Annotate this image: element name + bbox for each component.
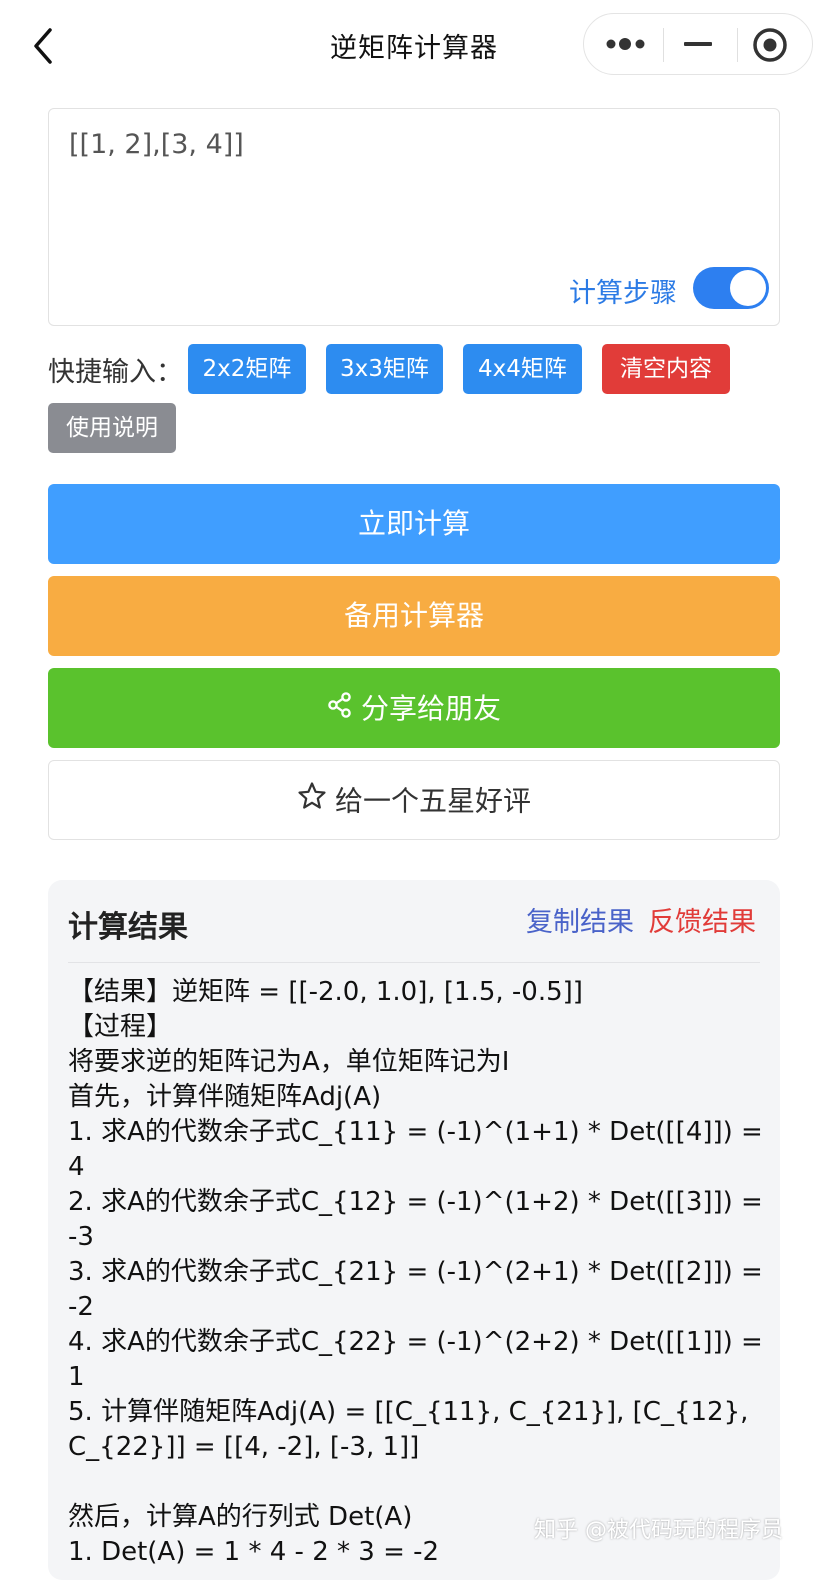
mini-program-capsule [583, 13, 813, 75]
help-button[interactable]: 使用说明 [48, 403, 176, 453]
result-line: 首先，计算伴随矩阵Adj(A) [68, 1082, 382, 1112]
capsule-divider [737, 28, 738, 62]
result-line: 4. 求A的代数余子式C_{22} = (-1)^(2+2) * Det([[1… [68, 1327, 772, 1392]
divider [68, 962, 760, 963]
quick-2x2-button[interactable]: 2x2矩阵 [188, 344, 306, 394]
share-button[interactable]: 分享给朋友 [48, 668, 780, 748]
result-line: 将要求逆的矩阵记为A，单位矩阵记为I [68, 1047, 510, 1077]
result-line: 2. 求A的代数余子式C_{12} = (-1)^(1+2) * Det([[3… [68, 1187, 772, 1252]
backup-calculator-button[interactable]: 备用计算器 [48, 576, 780, 656]
matrix-input-value: [[1, 2],[3, 4]] [69, 129, 244, 160]
toggle-knob [730, 270, 766, 306]
steps-toggle-label: 计算步骤 [569, 278, 677, 309]
watermark: 知乎 @被代码玩的程序员 [534, 1518, 783, 1543]
share-icon [327, 669, 353, 749]
quick-4x4-button[interactable]: 4x4矩阵 [463, 344, 582, 394]
rate-button[interactable]: 给一个五星好评 [48, 760, 780, 840]
result-line: 3. 求A的代数余子式C_{21} = (-1)^(2+1) * Det([[2… [68, 1257, 772, 1322]
feedback-result-link[interactable]: 反馈结果 [648, 900, 756, 939]
steps-toggle[interactable] [693, 267, 769, 309]
capsule-divider [663, 28, 664, 62]
minimize-icon[interactable] [680, 28, 720, 60]
result-line [68, 1465, 768, 1500]
star-icon [297, 763, 327, 840]
clear-button[interactable]: 清空内容 [602, 344, 730, 394]
copy-result-link[interactable]: 复制结果 [526, 900, 634, 939]
quick-input-label: 快捷输入： [48, 357, 183, 388]
share-button-label: 分享给朋友 [360, 692, 501, 725]
result-line: 【结果】逆矩阵 = [[-2.0, 1.0], [1.5, -0.5]] [68, 977, 583, 1007]
result-card: 计算结果 复制结果 反馈结果 【结果】逆矩阵 = [[-2.0, 1.0], [… [48, 880, 780, 1580]
result-body: 【结果】逆矩阵 = [[-2.0, 1.0], [1.5, -0.5]] 【过程… [68, 975, 768, 1570]
result-line: 5. 计算伴随矩阵Adj(A) = [[C_{11}, C_{21}], [C_… [68, 1397, 757, 1462]
result-title: 计算结果 [68, 910, 188, 945]
rate-button-label: 给一个五星好评 [334, 784, 531, 818]
calculate-button[interactable]: 立即计算 [48, 484, 780, 564]
more-dots-icon[interactable] [604, 28, 650, 60]
result-line: 1. 求A的代数余子式C_{11} = (-1)^(1+1) * Det([[4… [68, 1117, 772, 1182]
result-line: 【过程】 [68, 1012, 173, 1042]
nav-bar: 逆矩阵计算器 [0, 0, 828, 90]
quick-3x3-button[interactable]: 3x3矩阵 [326, 344, 443, 394]
matrix-input[interactable]: [[1, 2],[3, 4]] 计算步骤 [48, 108, 780, 326]
target-close-icon[interactable] [752, 27, 788, 63]
